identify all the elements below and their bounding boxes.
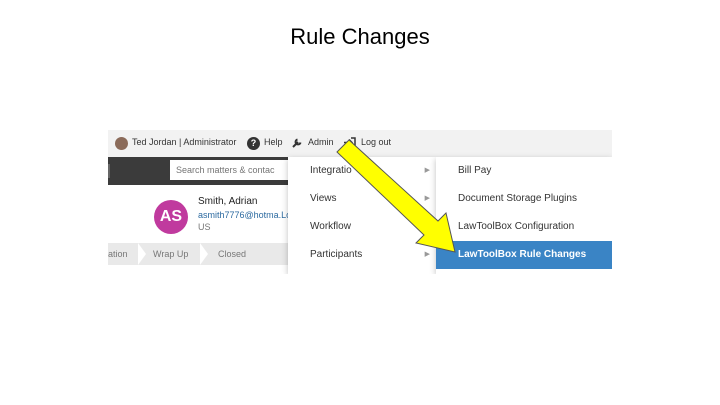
contact-name[interactable]: Smith, Adrian xyxy=(198,196,257,207)
caret-right-icon: ▶ xyxy=(424,195,430,202)
integrations-submenu: Bill Pay Document Storage Plugins LawToo… xyxy=(436,157,612,274)
caret-right-icon: ▶ xyxy=(424,167,430,174)
stage-item[interactable]: Wrap Up xyxy=(153,249,188,259)
app-screenshot: Ted Jordan | Administrator ? Help Admin … xyxy=(108,130,612,274)
menu-item-integrations[interactable]: Integratio ▶ xyxy=(288,157,436,185)
logout-link[interactable]: Log out xyxy=(361,137,391,147)
caret-right-icon: ▶ xyxy=(424,251,430,258)
stage-item[interactable]: Closed xyxy=(218,249,246,259)
contact-avatar[interactable]: AS xyxy=(154,200,188,234)
slide-title: Rule Changes xyxy=(290,24,430,49)
top-bar: Ted Jordan | Administrator ? Help Admin … xyxy=(108,130,612,157)
menu-item-views[interactable]: Views ▶ xyxy=(288,185,436,213)
wrench-icon[interactable] xyxy=(291,137,303,151)
stage-chevron xyxy=(200,243,208,265)
stage-bar xyxy=(108,243,288,265)
submenu-item-lawtoolbox-configuration[interactable]: LawToolBox Configuration xyxy=(436,213,612,241)
admin-menu-button[interactable]: Admin xyxy=(308,137,334,147)
search-input[interactable] xyxy=(170,160,300,180)
submenu-item-document-storage-plugins[interactable]: Document Storage Plugins xyxy=(436,185,612,213)
submenu-item-lawtoolbox-rule-changes[interactable]: LawToolBox Rule Changes xyxy=(436,241,612,269)
menu-item-label: Workflow xyxy=(310,221,351,232)
menu-item-participants[interactable]: Participants ▶ xyxy=(288,241,436,269)
logout-icon[interactable] xyxy=(343,137,356,150)
help-link[interactable]: Help xyxy=(264,137,283,147)
menu-item-workflow[interactable]: Workflow xyxy=(288,213,436,241)
menu-item-label: Participants xyxy=(310,249,363,260)
admin-dropdown-menu: Integratio ▶ Views ▶ Workflow Participan… xyxy=(288,157,436,274)
menu-item-label: Views xyxy=(310,193,337,204)
contact-country: US xyxy=(198,222,211,232)
stage-item[interactable]: ation xyxy=(108,249,128,259)
stage-chevron xyxy=(138,243,146,265)
user-label[interactable]: Ted Jordan | Administrator xyxy=(132,137,236,147)
user-avatar-icon[interactable] xyxy=(115,137,128,150)
submenu-item-bill-pay[interactable]: Bill Pay xyxy=(436,157,612,185)
menu-item-label: Integratio xyxy=(310,165,352,176)
question-circle-icon[interactable]: ? xyxy=(247,137,260,150)
nav-edge xyxy=(108,164,110,178)
contact-email[interactable]: asmith7776@hotma.Lo xyxy=(198,210,291,220)
